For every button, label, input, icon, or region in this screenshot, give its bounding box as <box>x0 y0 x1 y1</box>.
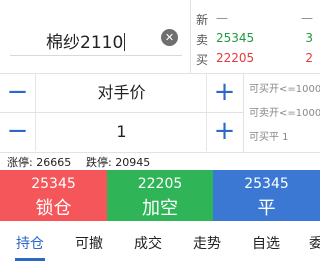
available-close: 可买平 1 <box>249 132 289 143</box>
bid-label: 买 <box>196 53 209 67</box>
lock-position-button[interactable]: 25345 锁仓 <box>0 170 107 221</box>
quantity-value[interactable]: 1 <box>37 113 206 151</box>
price-minus-button[interactable]: − <box>0 74 36 112</box>
tab-filled[interactable]: 成交 <box>134 233 162 253</box>
bid-price: 22205 <box>216 51 255 65</box>
tab-orders[interactable]: 委 <box>309 233 320 253</box>
tab-trend[interactable]: 走势 <box>193 233 221 253</box>
ask-label: 卖 <box>196 33 209 47</box>
price-type-value[interactable]: 对手价 <box>37 74 206 112</box>
text-caret <box>124 33 126 51</box>
tab-cancellable[interactable]: 可撤 <box>75 233 103 253</box>
close-price: 25345 <box>244 176 289 192</box>
tab-positions[interactable]: 持仓 <box>16 233 44 253</box>
latest-label: 新 <box>196 13 209 27</box>
available-open-sell: 可卖开<=1000 <box>249 108 320 119</box>
ask-volume: 3 <box>305 31 313 45</box>
price-stepper: − 对手价 + <box>0 74 243 114</box>
limit-down-price: 跌停: 20945 <box>86 156 151 169</box>
limit-up-price: 涨停: 26665 <box>7 156 72 169</box>
quote-row-ask[interactable]: 卖 25345 3 <box>192 28 320 48</box>
quote-panel: 新 — — 卖 25345 3 买 22205 2 <box>192 0 320 73</box>
price-plus-button[interactable]: + <box>206 74 242 112</box>
short-label: 加空 <box>142 198 178 219</box>
short-price: 22205 <box>137 176 183 192</box>
contract-value: 棉纱2110 <box>46 33 126 53</box>
contract-area: 棉纱2110 ✕ <box>0 0 191 73</box>
ask-price: 25345 <box>216 31 255 45</box>
close-position-button[interactable]: 25345 平 <box>213 170 320 221</box>
lock-label: 锁仓 <box>35 198 72 219</box>
close-label: 平 <box>257 198 276 219</box>
latest-price: — <box>216 11 228 25</box>
bid-volume: 2 <box>305 51 313 65</box>
add-short-button[interactable]: 22205 加空 <box>107 170 213 221</box>
quote-row-latest: 新 — — <box>192 8 320 28</box>
latest-volume: — <box>301 11 313 25</box>
available-panel: 可买开<=1000 可卖开<=1000 可买平 1 <box>243 73 320 153</box>
quantity-stepper: − 1 + <box>0 113 243 153</box>
lock-price: 25345 <box>31 176 76 192</box>
quote-row-bid[interactable]: 买 22205 2 <box>192 48 320 68</box>
limit-price-row: 涨停: 26665 跌停: 20945 <box>0 152 320 170</box>
contract-input[interactable]: 棉纱2110 ✕ <box>10 22 182 56</box>
available-open-buy: 可买开<=1000 <box>249 84 320 95</box>
quantity-plus-button[interactable]: + <box>206 113 242 151</box>
quantity-minus-button[interactable]: − <box>0 113 36 151</box>
bottom-tab-bar: 持仓 可撤 成交 走势 自选 委 <box>0 221 320 261</box>
tab-watchlist[interactable]: 自选 <box>252 233 280 253</box>
clear-icon[interactable]: ✕ <box>161 29 178 46</box>
